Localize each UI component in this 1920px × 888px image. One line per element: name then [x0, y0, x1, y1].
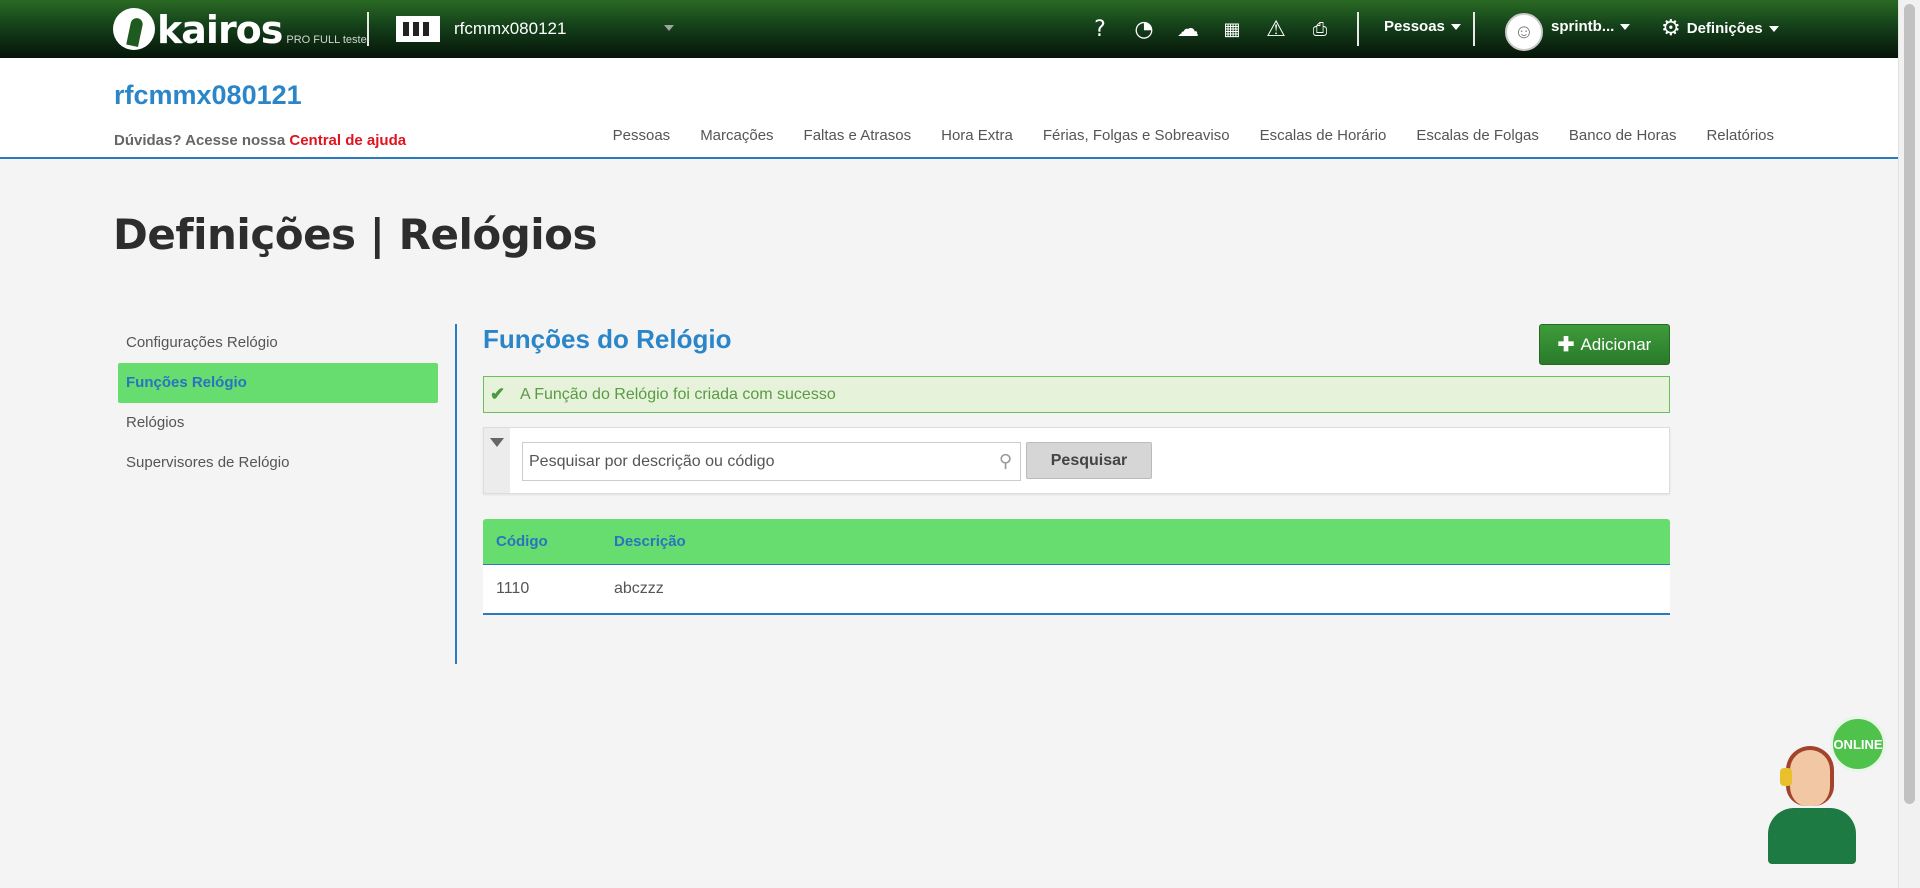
search-box: ⚲: [522, 442, 1021, 481]
column-header-codigo[interactable]: Código: [496, 533, 548, 550]
nav-item-pessoas[interactable]: Pessoas: [613, 127, 671, 144]
main-nav: Pessoas Marcações Faltas e Atrasos Hora …: [583, 127, 1774, 144]
check-icon: ✔: [490, 384, 506, 404]
nav-item-hora-extra[interactable]: Hora Extra: [941, 127, 1013, 144]
cell-codigo: 1110: [496, 580, 530, 597]
table-row[interactable]: 1110 abczzz: [483, 565, 1670, 615]
filter-toggle[interactable]: [484, 428, 510, 493]
company-selector-label: rfcmmx080121: [454, 19, 567, 38]
table-header: Código Descrição: [483, 519, 1670, 565]
functions-table: Código Descrição 1110 abczzz: [483, 519, 1670, 615]
people-menu[interactable]: Pessoas: [1384, 18, 1461, 35]
search-input[interactable]: [523, 443, 983, 480]
page-title: Definições | Relógios: [113, 210, 598, 259]
nav-item-banco-horas[interactable]: Banco de Horas: [1569, 127, 1677, 144]
online-chat-widget[interactable]: ONLINE: [1758, 716, 1888, 866]
nav-item-escalas-folgas[interactable]: Escalas de Folgas: [1416, 127, 1539, 144]
nav-item-escalas-horario[interactable]: Escalas de Horário: [1260, 127, 1387, 144]
side-item-relogios[interactable]: Relógios: [118, 403, 438, 443]
cell-descricao: abczzz: [614, 580, 664, 597]
scrollbar-thumb[interactable]: [1904, 4, 1915, 804]
help-prompt: Dúvidas? Acesse nossa: [114, 132, 286, 149]
section-title: Funções do Relógio: [483, 324, 732, 354]
logo-text: kairos: [157, 8, 283, 52]
nav-item-faltas[interactable]: Faltas e Atrasos: [804, 127, 912, 144]
company-selector[interactable]: rfcmmx080121: [396, 14, 676, 44]
nav-item-marcacoes[interactable]: Marcações: [700, 127, 773, 144]
cloud-download-icon[interactable]: ☁: [1173, 14, 1203, 44]
help-icon[interactable]: ?: [1085, 14, 1115, 44]
online-badge: ONLINE: [1830, 716, 1886, 772]
add-button-label: Adicionar: [1580, 334, 1652, 354]
side-item-supervisores-relogio[interactable]: Supervisores de Relógio: [118, 443, 438, 483]
nav-item-ferias[interactable]: Férias, Folgas e Sobreaviso: [1043, 127, 1230, 144]
building-icon: [396, 16, 440, 42]
topbar-divider: [1473, 12, 1475, 46]
user-name: sprintb...: [1551, 18, 1615, 35]
inbox-icon[interactable]: ⎙: [1305, 14, 1335, 44]
avatar[interactable]: ☺: [1505, 13, 1543, 51]
plus-icon: ✚: [1557, 334, 1575, 356]
calculator-icon[interactable]: ▦: [1217, 14, 1247, 44]
settings-menu[interactable]: ⚙ Definições: [1661, 16, 1779, 41]
headset-icon: [1780, 768, 1792, 786]
warning-icon[interactable]: ⚠: [1261, 14, 1291, 44]
time-icon[interactable]: ◔: [1129, 14, 1159, 44]
settings-menu-label: Definições: [1686, 20, 1763, 37]
nav-item-relatorios[interactable]: Relatórios: [1706, 127, 1774, 144]
gear-icon: ⚙: [1661, 16, 1681, 41]
plan-label: PRO FULL teste: [286, 34, 367, 46]
help-text: Dúvidas? Acesse nossa Central de ajuda: [114, 132, 406, 149]
success-alert: ✔ A Função do Relógio foi criada com suc…: [483, 376, 1670, 413]
topbar-icons: ? ◔ ☁ ▦ ⚠ ⎙: [1085, 14, 1335, 44]
side-divider: [455, 324, 457, 664]
side-item-configuracoes-relogio[interactable]: Configurações Relógio: [118, 323, 438, 363]
chevron-down-icon: [1620, 23, 1631, 30]
agent-body: [1768, 808, 1856, 864]
search-button[interactable]: Pesquisar: [1026, 442, 1152, 479]
topbar-divider: [1357, 12, 1359, 46]
kairos-logo[interactable]: kairos PRO FULL teste: [113, 6, 367, 50]
company-title: rfcmmx080121: [114, 80, 302, 110]
agent-head: [1786, 746, 1834, 806]
help-center-link[interactable]: Central de ajuda: [289, 132, 406, 149]
kairos-logo-icon: [113, 8, 155, 50]
chevron-down-icon: [1450, 23, 1461, 30]
success-message: A Função do Relógio foi criada com suces…: [520, 385, 836, 403]
add-button[interactable]: ✚ Adicionar: [1539, 324, 1670, 365]
page-scrollbar[interactable]: [1898, 0, 1920, 888]
topbar-divider: [367, 12, 369, 46]
column-header-descricao[interactable]: Descrição: [614, 533, 686, 550]
search-filter-panel: ⚲ Pesquisar: [483, 427, 1670, 494]
filter-icon: [490, 438, 504, 447]
search-icon[interactable]: ⚲: [999, 451, 1012, 472]
chevron-down-icon: [1768, 25, 1779, 32]
user-menu[interactable]: sprintb...: [1551, 18, 1631, 35]
page-header: rfcmmx080121 Dúvidas? Acesse nossa Centr…: [0, 58, 1898, 159]
side-menu: Configurações Relógio Funções Relógio Re…: [118, 323, 438, 483]
chevron-down-icon: [664, 25, 674, 31]
top-bar: kairos PRO FULL teste rfcmmx080121 ? ◔ ☁…: [0, 0, 1920, 58]
people-menu-label: Pessoas: [1384, 18, 1445, 35]
side-item-funcoes-relogio[interactable]: Funções Relógio: [118, 363, 438, 403]
